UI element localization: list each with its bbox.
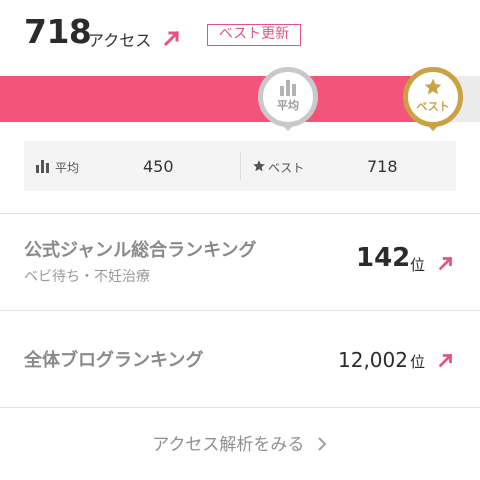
overall-ranking-row[interactable]: 全体ブログランキング 12,002 位 (0, 311, 480, 407)
access-analysis-link[interactable]: アクセス解析をみる (0, 430, 480, 455)
genre-rank-value: 142 (356, 243, 411, 273)
access-unit-label: アクセス (88, 31, 152, 50)
star-icon (253, 160, 265, 172)
access-meter-fill (0, 76, 432, 122)
stats-divider (240, 152, 241, 180)
average-marker: 平均 (258, 67, 318, 127)
genre-ranking-subtitle: ベビ待ち・不妊治療 (24, 269, 150, 285)
arrow-up-right-icon (438, 353, 453, 368)
overall-rank-suffix: 位 (410, 353, 426, 371)
best-label: ベスト (268, 161, 305, 175)
genre-rank-suffix: 位 (410, 256, 426, 274)
best-marker-label: ベスト (416, 100, 450, 113)
arrow-up-right-icon (163, 30, 180, 47)
best-updated-badge: ベスト更新 (207, 24, 301, 46)
chevron-right-icon (318, 437, 327, 451)
overall-ranking-title: 全体ブログランキング (24, 350, 204, 371)
star-icon (424, 78, 442, 95)
best-value: 718 (367, 157, 398, 176)
average-label: 平均 (55, 161, 80, 175)
average-value: 450 (143, 157, 174, 176)
divider (0, 407, 480, 408)
bar-chart-icon (36, 160, 49, 173)
overall-rank-value: 12,002 (338, 348, 408, 372)
access-analysis-link-label: アクセス解析をみる (152, 435, 305, 455)
access-count: 718 (24, 12, 92, 51)
bar-chart-icon (280, 80, 296, 96)
arrow-up-right-icon (438, 256, 453, 271)
best-marker: ベスト (403, 67, 463, 127)
genre-ranking-title: 公式ジャンル総合ランキング (24, 240, 257, 261)
genre-ranking-row[interactable]: 公式ジャンル総合ランキング ベビ待ち・不妊治療 142 位 (0, 214, 480, 310)
average-marker-label: 平均 (277, 99, 299, 112)
